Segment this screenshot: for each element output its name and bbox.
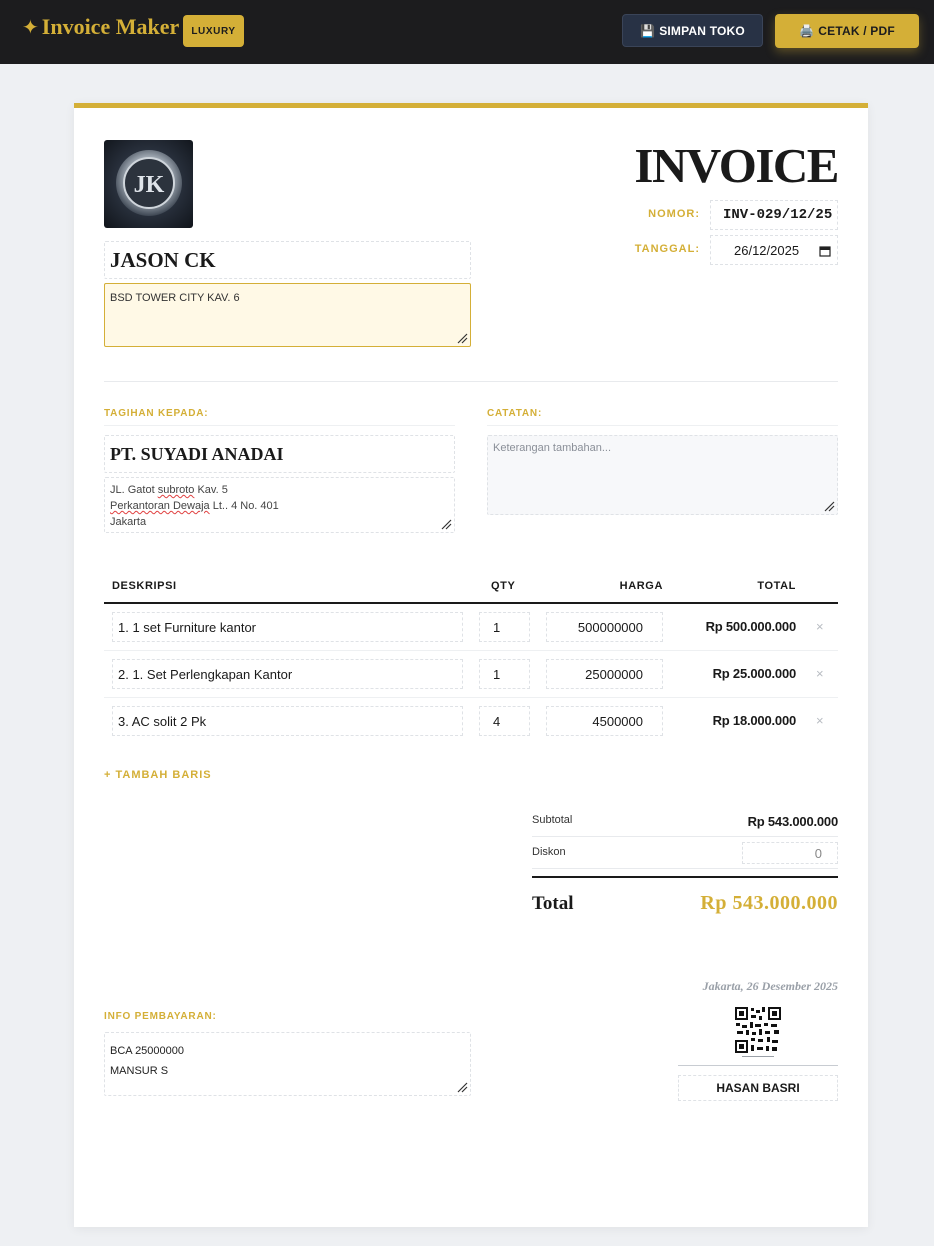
signature-line xyxy=(678,1065,838,1066)
calendar-icon[interactable] xyxy=(819,245,831,257)
floppy-disk-icon: 💾 xyxy=(640,23,656,38)
item-price-input[interactable]: 25000000 xyxy=(546,659,663,689)
column-header-total: TOTAL xyxy=(757,580,796,592)
signer-name-field[interactable]: HASAN BASRI xyxy=(678,1075,838,1101)
column-header-qty: QTY xyxy=(491,580,516,592)
payment-info-field[interactable]: BCA 25000000 MANSUR S xyxy=(104,1032,471,1096)
item-total: Rp 18.000.000 xyxy=(712,713,797,728)
header-divider xyxy=(104,381,838,382)
resize-handle-icon[interactable] xyxy=(823,500,835,512)
invoice-date-value: 26/12/2025 xyxy=(734,242,800,258)
summary-divider xyxy=(532,868,838,869)
client-address-field[interactable]: JL. Gatot subroto Kav. 5 Perkantoran Dew… xyxy=(104,477,455,533)
item-price-input[interactable]: 500000000 xyxy=(546,612,663,642)
subtotal-value: Rp 543.000.000 xyxy=(747,814,839,829)
client-address-line-1: JL. Gatot subroto Kav. 5 xyxy=(110,484,228,496)
bill-to-label: TAGIHAN KEPADA: xyxy=(104,408,209,419)
column-header-description: DESKRIPSI xyxy=(112,580,177,592)
client-name-field[interactable]: PT. SUYADI ANADAI xyxy=(104,435,455,473)
invoice-date-field[interactable]: 26/12/2025 xyxy=(710,235,838,265)
client-address-line-3: Jakarta xyxy=(110,516,147,528)
invoice-date-label: TANGGAL: xyxy=(634,243,700,255)
item-description-input[interactable]: 3. AC solit 2 Pk xyxy=(112,706,463,736)
client-address-line-2: Perkantoran Dewaja Lt.. 4 No. 401 xyxy=(110,500,279,512)
delete-row-icon[interactable]: × xyxy=(816,713,824,728)
bill-to-underline xyxy=(104,425,455,426)
brand-name: Invoice Maker xyxy=(41,14,180,39)
item-qty-input[interactable]: 4 xyxy=(479,706,530,736)
invoice-title: INVOICE xyxy=(634,138,839,193)
resize-handle-icon[interactable] xyxy=(456,332,468,344)
jk-logo-icon: JK xyxy=(116,150,182,216)
save-store-label: SIMPAN TOKO xyxy=(659,23,745,38)
notes-field[interactable]: Keterangan tambahan... xyxy=(487,435,838,515)
save-store-button[interactable]: 💾 SIMPAN TOKO xyxy=(622,14,763,47)
total-label: Total xyxy=(532,893,574,914)
add-row-button[interactable]: + TAMBAH BARIS xyxy=(104,769,212,781)
resize-handle-icon[interactable] xyxy=(456,1081,468,1093)
delete-row-icon[interactable]: × xyxy=(816,666,824,681)
item-qty-input[interactable]: 1 xyxy=(479,659,530,689)
luxury-badge: LUXURY xyxy=(183,15,244,47)
table-header-rule xyxy=(104,602,838,604)
delete-row-icon[interactable]: × xyxy=(816,619,824,634)
row-divider xyxy=(104,650,838,651)
seller-address-field[interactable]: BSD TOWER CITY KAV. 6 xyxy=(104,283,471,347)
qr-code-icon xyxy=(734,1006,782,1057)
seller-name-field[interactable]: JASON CK xyxy=(104,241,471,279)
logo-monogram: JK xyxy=(134,172,165,198)
invoice-number-label: NOMOR: xyxy=(648,208,700,220)
summary-divider xyxy=(532,836,838,837)
notes-underline xyxy=(487,425,838,426)
company-logo[interactable]: JK xyxy=(104,140,193,228)
invoice-paper: JK JASON CK BSD TOWER CITY KAV. 6 INVOIC… xyxy=(74,103,868,1227)
invoice-number-field[interactable]: INV-029/12/25 xyxy=(710,200,838,230)
payment-info-label: INFO PEMBAYARAN: xyxy=(104,1011,217,1022)
printer-icon: 🖨️ xyxy=(799,24,815,38)
signature-place-date: Jakarta, 26 Desember 2025 xyxy=(702,979,838,993)
brand: ✦ Invoice Maker xyxy=(22,16,179,38)
column-header-price: HARGA xyxy=(619,580,663,592)
item-description-input[interactable]: 1. 1 set Furniture kantor xyxy=(112,612,463,642)
payment-line-2: MANSUR S xyxy=(110,1065,169,1077)
item-description-input[interactable]: 2. 1. Set Perlengkapan Kantor xyxy=(112,659,463,689)
payment-line-1: BCA 25000000 xyxy=(110,1045,185,1057)
subtotal-label: Subtotal xyxy=(532,814,573,826)
top-bar: ✦ Invoice Maker LUXURY 💾 SIMPAN TOKO 🖨️ … xyxy=(0,0,934,64)
discount-label: Diskon xyxy=(532,846,566,858)
notes-placeholder: Keterangan tambahan... xyxy=(493,442,612,454)
notes-label: CATATAN: xyxy=(487,408,543,419)
print-pdf-button[interactable]: 🖨️ CETAK / PDF xyxy=(775,14,919,48)
print-pdf-label: CETAK / PDF xyxy=(818,24,895,38)
seller-address-text: BSD TOWER CITY KAV. 6 xyxy=(110,292,240,304)
resize-handle-icon[interactable] xyxy=(440,518,452,530)
row-divider xyxy=(104,697,838,698)
item-price-input[interactable]: 4500000 xyxy=(546,706,663,736)
item-total: Rp 500.000.000 xyxy=(705,619,797,634)
item-total: Rp 25.000.000 xyxy=(712,666,797,681)
grand-total-value: Rp 543.000.000 xyxy=(700,892,838,914)
discount-input[interactable]: 0 xyxy=(742,842,838,864)
total-rule xyxy=(532,876,838,878)
star-icon: ✦ xyxy=(22,15,39,39)
item-qty-input[interactable]: 1 xyxy=(479,612,530,642)
